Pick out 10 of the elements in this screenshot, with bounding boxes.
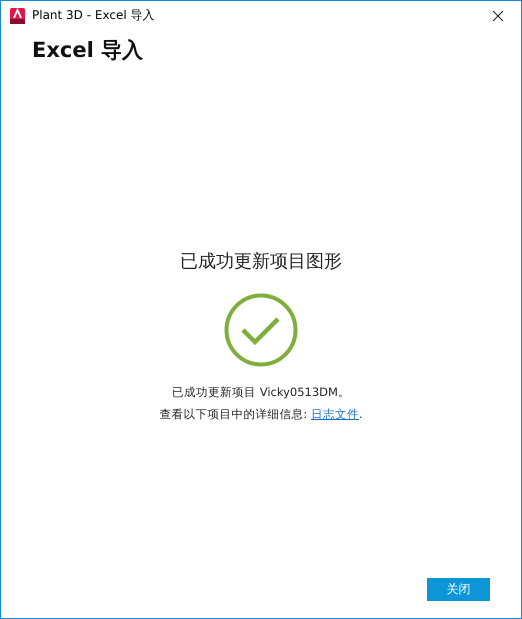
window-title: Plant 3D - Excel 导入 <box>32 7 156 24</box>
app-icon <box>10 8 25 24</box>
details-sentence: 查看以下项目中的详细信息: 日志文件. <box>159 407 363 422</box>
close-icon <box>492 10 504 22</box>
log-file-link[interactable]: 日志文件 <box>310 407 359 421</box>
close-dialog-button[interactable]: 关闭 <box>427 578 490 601</box>
success-check-icon <box>224 293 298 367</box>
dialog-heading: Excel 导入 <box>32 37 144 64</box>
result-message: 已成功更新项目 Vicky0513DM。 <box>172 385 350 400</box>
result-title: 已成功更新项目图形 <box>180 250 342 273</box>
